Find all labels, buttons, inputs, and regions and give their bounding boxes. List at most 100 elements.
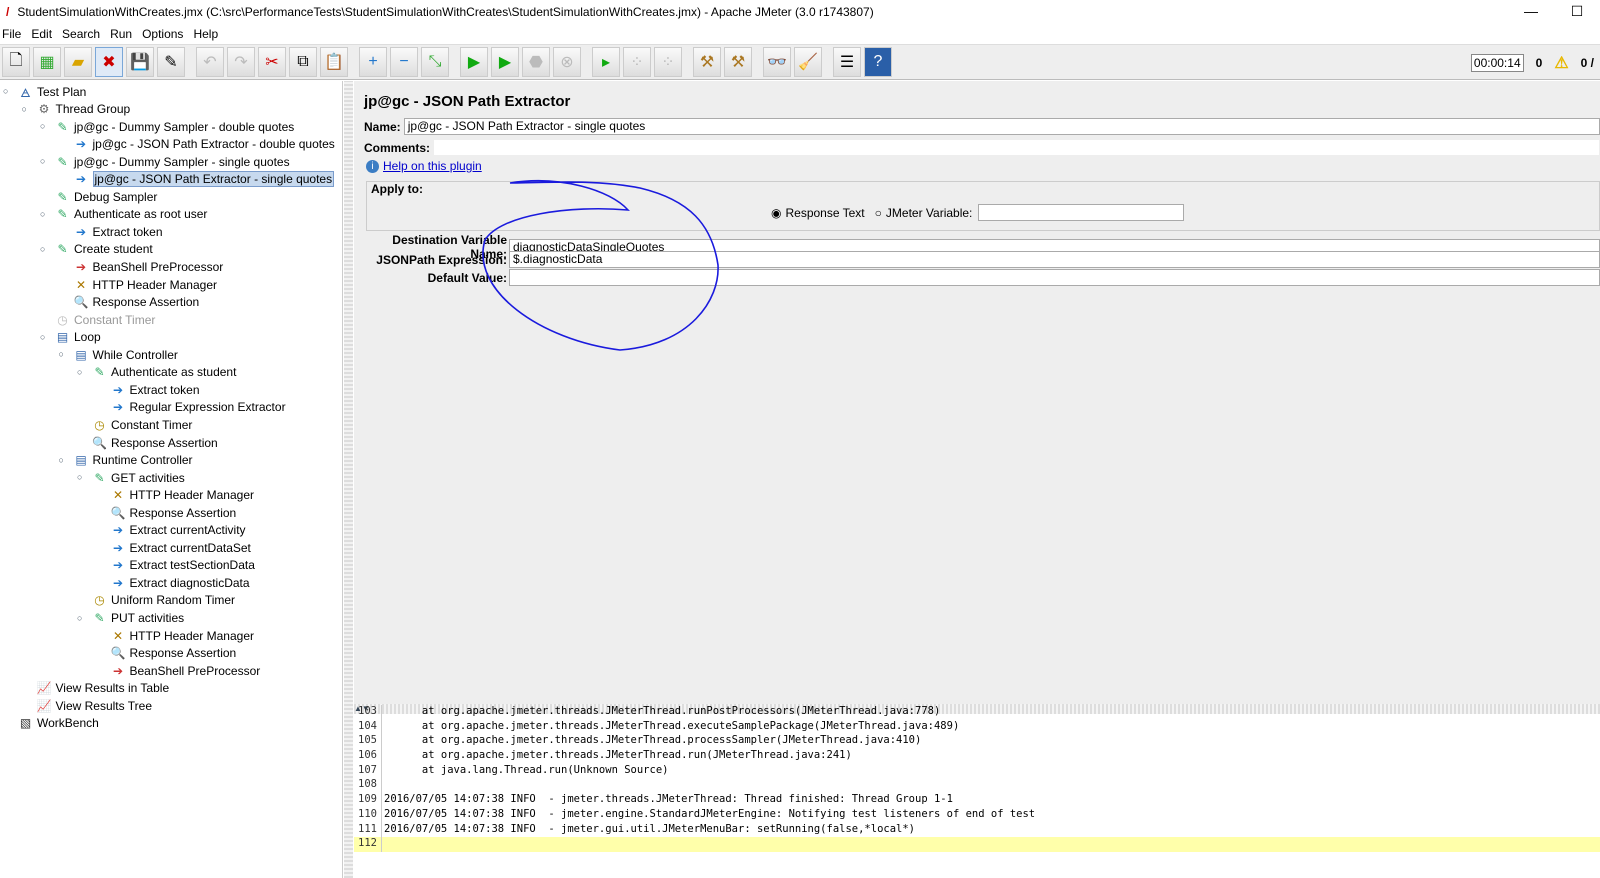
tree-item[interactable]: ▧ WorkBench: [18, 715, 99, 732]
tree-item[interactable]: ✎ Debug Sampler: [55, 188, 157, 205]
tree-item[interactable]: 🔍 Response Assertion: [92, 434, 218, 451]
tree-item[interactable]: ✎ Create student: [55, 241, 152, 258]
tree-item[interactable]: ✕ HTTP Header Manager: [111, 487, 254, 504]
open-icon[interactable]: ▰: [64, 47, 92, 77]
tree-item-label: Response Assertion: [92, 295, 200, 310]
minimize-button[interactable]: —: [1508, 0, 1554, 22]
expand-icon[interactable]: +: [359, 47, 387, 77]
help-icon[interactable]: ?: [864, 47, 892, 77]
menu-run[interactable]: Run: [108, 27, 132, 41]
copy-icon[interactable]: ⧉: [289, 47, 317, 77]
tree-item[interactable]: ✎ jp@gc - Dummy Sampler - single quotes: [55, 153, 289, 170]
menu-edit[interactable]: Edit: [29, 27, 52, 41]
tree-item[interactable]: ✎ GET activities: [92, 469, 184, 486]
stop-icon[interactable]: ⬣: [522, 47, 550, 77]
remote-stop-icon[interactable]: ⁘: [623, 47, 651, 77]
tree-expand-toggle[interactable]: ○: [59, 455, 64, 465]
tree-item[interactable]: ✎ Authenticate as student: [92, 364, 236, 381]
tree-expand-toggle[interactable]: ○: [77, 367, 82, 377]
tree-expand-toggle[interactable]: ○: [77, 613, 82, 623]
jsonpath-expression-field[interactable]: $.diagnosticData: [509, 251, 1600, 268]
tree-item[interactable]: ➔ Extract token: [111, 381, 200, 398]
new-icon[interactable]: 🗋: [2, 47, 30, 77]
vertical-splitter[interactable]: [344, 81, 353, 878]
remote-shutdown-icon[interactable]: ⁘: [654, 47, 682, 77]
tree-item[interactable]: ➔ Regular Expression Extractor: [111, 399, 286, 416]
response-text-radio[interactable]: ◉: [771, 206, 781, 220]
tree-item[interactable]: ➔ BeanShell PreProcessor: [111, 662, 260, 679]
tree-item[interactable]: ◷ Constant Timer: [55, 311, 155, 328]
tree-item[interactable]: ⚙ Thread Group: [37, 101, 131, 118]
jmeter-variable-field[interactable]: [978, 204, 1185, 221]
tree-item[interactable]: ➔ Extract currentActivity: [111, 522, 246, 539]
shutdown-icon[interactable]: ⊗: [553, 47, 581, 77]
tree-item[interactable]: ➔ Extract testSectionData: [111, 557, 255, 574]
tree-item-label: Extract diagnosticData: [129, 575, 250, 590]
tree-item[interactable]: ◷ Constant Timer: [92, 416, 192, 433]
default-value-field[interactable]: [509, 269, 1600, 286]
clear-all-icon[interactable]: ⚒: [724, 47, 752, 77]
tree-item[interactable]: ◷ Uniform Random Timer: [92, 592, 235, 609]
cut-icon[interactable]: ✂: [258, 47, 286, 77]
tree-item[interactable]: ➔ Extract diagnosticData: [111, 574, 250, 591]
warning-icon[interactable]: ⚠: [1554, 53, 1568, 73]
tree-item[interactable]: 🜁 Test Plan: [18, 83, 86, 101]
redo-icon[interactable]: ↷: [227, 47, 255, 77]
tree-item[interactable]: ✎ PUT activities: [92, 610, 184, 627]
function-helper-icon[interactable]: ☰: [833, 47, 861, 77]
search-binoculars-icon[interactable]: 👓: [763, 47, 791, 77]
reset-search-broom-icon[interactable]: 🧹: [794, 47, 822, 77]
tree-item[interactable]: ▤ Loop: [55, 329, 101, 346]
tree-item[interactable]: ▤ While Controller: [74, 346, 178, 363]
tree-item[interactable]: ➔ jp@gc - JSON Path Extractor - single qu…: [74, 171, 335, 188]
close-icon[interactable]: ✖: [95, 47, 123, 77]
tree-item[interactable]: ✕ HTTP Header Manager: [74, 276, 217, 293]
tree-item[interactable]: 📈 View Results in Table: [37, 680, 170, 697]
tree-expand-toggle[interactable]: ○: [40, 156, 45, 166]
start-icon[interactable]: ▶: [460, 47, 488, 77]
tree-item[interactable]: ✕ HTTP Header Manager: [111, 627, 254, 644]
tree-item[interactable]: 📈 View Results Tree: [37, 697, 152, 714]
tree-expand-toggle[interactable]: ○: [22, 104, 27, 114]
menu-help[interactable]: Help: [191, 27, 218, 41]
undo-icon[interactable]: ↶: [196, 47, 224, 77]
tree-expand-toggle[interactable]: ○: [3, 86, 8, 96]
start-no-pauses-icon[interactable]: ▶: [491, 47, 519, 77]
clear-icon[interactable]: ⚒: [693, 47, 721, 77]
help-link[interactable]: Help on this plugin: [383, 159, 482, 173]
tree-item[interactable]: ✎ Authenticate as root user: [55, 206, 207, 223]
tree-expand-toggle[interactable]: ○: [40, 121, 45, 131]
tree-item[interactable]: ➔ Extract token: [74, 223, 163, 240]
tree-item[interactable]: 🔍 Response Assertion: [111, 504, 237, 521]
menu-options[interactable]: Options: [140, 27, 183, 41]
tree-item-label: Regular Expression Extractor: [129, 400, 286, 415]
maximize-button[interactable]: ☐: [1554, 0, 1600, 22]
name-field[interactable]: jp@gc - JSON Path Extractor - single quo…: [403, 118, 1600, 135]
tree-expand-toggle[interactable]: ○: [59, 349, 64, 359]
tree-expand-toggle[interactable]: ○: [40, 244, 45, 254]
templates-icon[interactable]: ▦: [33, 47, 61, 77]
toggle-icon[interactable]: ⤡: [421, 47, 449, 77]
tree-expand-toggle[interactable]: ○: [77, 472, 82, 482]
tree-item[interactable]: ➔ Extract currentDataSet: [111, 539, 251, 556]
menu-file[interactable]: File: [0, 27, 21, 41]
info-icon: i: [366, 159, 379, 173]
save-as-icon[interactable]: ✎: [157, 47, 185, 77]
save-icon[interactable]: 💾: [126, 47, 154, 77]
jmeter-variable-radio[interactable]: ○: [875, 206, 882, 220]
tree-item[interactable]: ➔ BeanShell PreProcessor: [74, 259, 223, 276]
tree-expand-toggle[interactable]: ○: [40, 209, 45, 219]
tree-expand-toggle[interactable]: ○: [40, 332, 45, 342]
collapse-icon[interactable]: −: [390, 47, 418, 77]
tree-item[interactable]: ▤ Runtime Controller: [74, 452, 192, 469]
comments-field[interactable]: [433, 139, 1600, 156]
menu-search[interactable]: Search: [60, 27, 100, 41]
paste-icon[interactable]: 📋: [320, 47, 348, 77]
remote-start-icon[interactable]: ▸: [592, 47, 620, 77]
tree-item[interactable]: 🔍 Response Assertion: [111, 645, 237, 662]
tree-item[interactable]: ➔ jp@gc - JSON Path Extractor - double qu…: [74, 136, 335, 153]
tree-item[interactable]: 🔍 Response Assertion: [74, 294, 200, 311]
preprocessor-icon: ➔: [75, 260, 87, 274]
tree-item[interactable]: ✎ jp@gc - Dummy Sampler - double quotes: [55, 118, 294, 135]
log-viewer[interactable]: 103 at org.apache.jmeter.threads.JMeterT…: [354, 705, 1600, 878]
